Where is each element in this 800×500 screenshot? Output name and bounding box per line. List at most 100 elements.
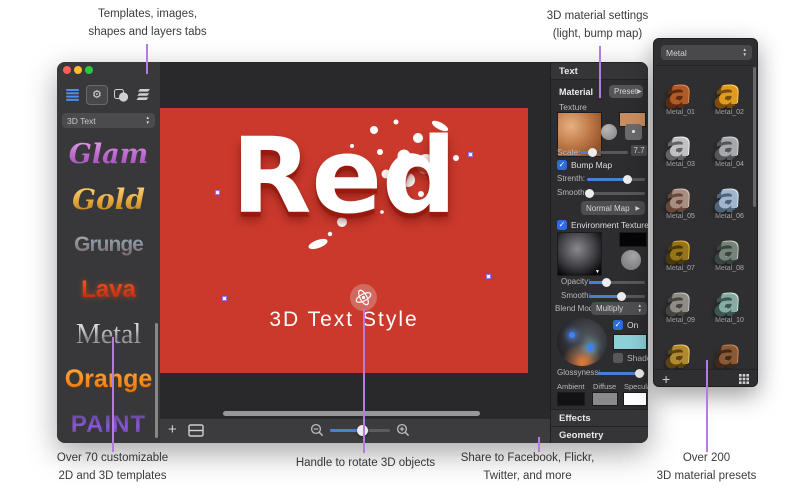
zoom-out-icon[interactable]: [310, 423, 324, 437]
environment-thumbnail[interactable]: ▼: [557, 232, 602, 276]
preset-letter: a: [717, 285, 741, 316]
env-smooth-slider[interactable]: [589, 295, 645, 298]
light-on-checkbox[interactable]: ✓: [613, 320, 623, 330]
scale-label: Scale:: [557, 147, 581, 157]
sphere-mapping-button[interactable]: [601, 124, 617, 140]
template-item-gold[interactable]: Gold: [57, 177, 160, 222]
canvas-size-icon[interactable]: [188, 424, 204, 437]
preset-letter: a: [668, 233, 692, 264]
zoom-in-icon[interactable]: [396, 423, 410, 437]
zoom-window-button[interactable]: [85, 66, 93, 74]
bump-smooth-slider[interactable]: [587, 192, 645, 195]
preset-item-partial-11[interactable]: a: [705, 326, 754, 370]
play-icon: ▶: [635, 205, 640, 212]
shadow-checkbox[interactable]: [613, 353, 623, 363]
environment-color-swatch[interactable]: [619, 232, 647, 247]
annotation-text: Twitter, and more: [430, 468, 625, 486]
template-type-dropdown[interactable]: 3D Text ▲▼: [62, 113, 155, 128]
preset-item-Metal_09[interactable]: aMetal_09: [656, 274, 705, 326]
box-mapping-button[interactable]: [625, 124, 642, 140]
blend-mode-dropdown[interactable]: Multiply ▲▼: [591, 302, 647, 315]
preset-letter: a: [668, 337, 692, 368]
normal-map-dropdown[interactable]: Normal Map▶: [581, 201, 645, 215]
add-preset-button[interactable]: +: [662, 371, 670, 387]
add-object-button[interactable]: +: [168, 421, 177, 438]
templates-list-icon[interactable]: [63, 86, 83, 104]
preset-item-partial-10[interactable]: a: [656, 326, 705, 370]
callout-line: [706, 360, 708, 452]
close-window-button[interactable]: [63, 66, 71, 74]
opacity-slider[interactable]: [589, 281, 645, 284]
opacity-label: Opacity:: [561, 277, 590, 286]
preset-letter: a: [717, 129, 741, 160]
play-icon: ▶: [637, 88, 642, 95]
preset-item-Metal_07[interactable]: aMetal_07: [656, 222, 705, 274]
preset-item-Metal_10[interactable]: aMetal_10: [705, 274, 754, 326]
selection-handle[interactable]: [215, 190, 220, 195]
annotation-bottom-left: Over 70 customizable 2D and 3D templates: [25, 450, 200, 486]
environment-texture-checkbox[interactable]: ✓: [557, 220, 567, 230]
presets-scrollbar[interactable]: [753, 67, 756, 207]
minimize-window-button[interactable]: [74, 66, 82, 74]
callout-line: [146, 44, 148, 74]
callout-line: [363, 309, 365, 453]
light-color-swatch[interactable]: [613, 334, 647, 350]
strength-slider[interactable]: [587, 178, 645, 181]
preset-category-dropdown[interactable]: Metal ▲▼: [661, 45, 752, 60]
selection-handle[interactable]: [486, 274, 491, 279]
geometry-section-header[interactable]: Geometry: [551, 426, 648, 443]
preset-item-Metal_04[interactable]: aMetal_04: [705, 118, 754, 170]
template-item-glam[interactable]: Glam: [57, 132, 160, 177]
rotate-3d-handle[interactable]: [350, 284, 377, 311]
template-item-lava[interactable]: Lava: [57, 267, 160, 312]
environment-sphere-button[interactable]: [621, 250, 641, 270]
selection-handle[interactable]: [222, 296, 227, 301]
bump-map-checkbox[interactable]: ✓: [557, 160, 567, 170]
stepper-arrows-icon: ▲▼: [638, 304, 642, 313]
annotation-text: 2D and 3D templates: [25, 468, 200, 486]
template-item-paint[interactable]: PAINT: [57, 402, 160, 443]
template-item-metal[interactable]: Metal: [57, 312, 160, 357]
zoom-slider[interactable]: [330, 429, 390, 432]
canvas-headline-text[interactable]: Red: [231, 122, 456, 231]
glossyness-slider[interactable]: [597, 372, 645, 375]
ambient-color-swatch[interactable]: [557, 392, 585, 406]
scale-value-field[interactable]: 7.7: [631, 145, 647, 156]
canvas-area[interactable]: Red 3D Text Style: [160, 62, 550, 418]
scale-slider[interactable]: [580, 151, 628, 154]
material-preset-button[interactable]: Preset▶: [609, 85, 643, 98]
env-smooth-label: Smooth:: [561, 291, 591, 300]
chevron-down-icon: ▼: [595, 269, 600, 275]
preset-item-Metal_03[interactable]: aMetal_03: [656, 118, 705, 170]
preset-item-Metal_01[interactable]: aMetal_01: [656, 66, 705, 118]
effects-section-header[interactable]: Effects: [551, 409, 648, 427]
environment-texture-label: Environment Texture: [571, 220, 648, 230]
grid-view-icon[interactable]: [739, 374, 749, 384]
canvas-subtitle-text[interactable]: 3D Text Style: [269, 308, 418, 332]
screenshot-root: { "annotations": { "line_color": "#b57ce…: [0, 0, 800, 500]
callout-line: [112, 337, 114, 452]
horizontal-scrollbar[interactable]: [223, 411, 480, 416]
artboard[interactable]: Red 3D Text Style: [160, 108, 528, 373]
annotation-text: shapes and layers tabs: [40, 24, 255, 42]
template-item-grunge[interactable]: Grunge: [57, 222, 160, 267]
diffuse-label: Diffuse: [593, 382, 616, 391]
layers-icon[interactable]: [134, 86, 154, 104]
material-section-label: Material: [559, 87, 593, 97]
annotation-bottom-right: Over 200 3D material presets: [624, 450, 789, 486]
annotation-text: Over 200: [624, 450, 789, 468]
template-item-orange[interactable]: Orange: [57, 357, 160, 402]
preset-item-Metal_05[interactable]: aMetal_05: [656, 170, 705, 222]
preset-item-Metal_02[interactable]: aMetal_02: [705, 66, 754, 118]
specular-color-swatch[interactable]: [623, 392, 647, 406]
diffuse-color-swatch[interactable]: [592, 392, 618, 406]
stepper-arrows-icon: ▲▼: [743, 48, 747, 57]
shapes-icon[interactable]: [111, 86, 131, 104]
preset-item-Metal_08[interactable]: aMetal_08: [705, 222, 754, 274]
sidebar-scrollbar[interactable]: [155, 323, 158, 438]
light-position-sphere[interactable]: [557, 318, 607, 366]
preset-item-Metal_06[interactable]: aMetal_06: [705, 170, 754, 222]
images-gear-icon[interactable]: ⚙: [86, 85, 108, 105]
selection-handle[interactable]: [468, 152, 473, 157]
app-window: ∨ ⚙ 3D Text ▲▼ GlamGoldGrungeLavaMetalOr…: [57, 62, 648, 443]
